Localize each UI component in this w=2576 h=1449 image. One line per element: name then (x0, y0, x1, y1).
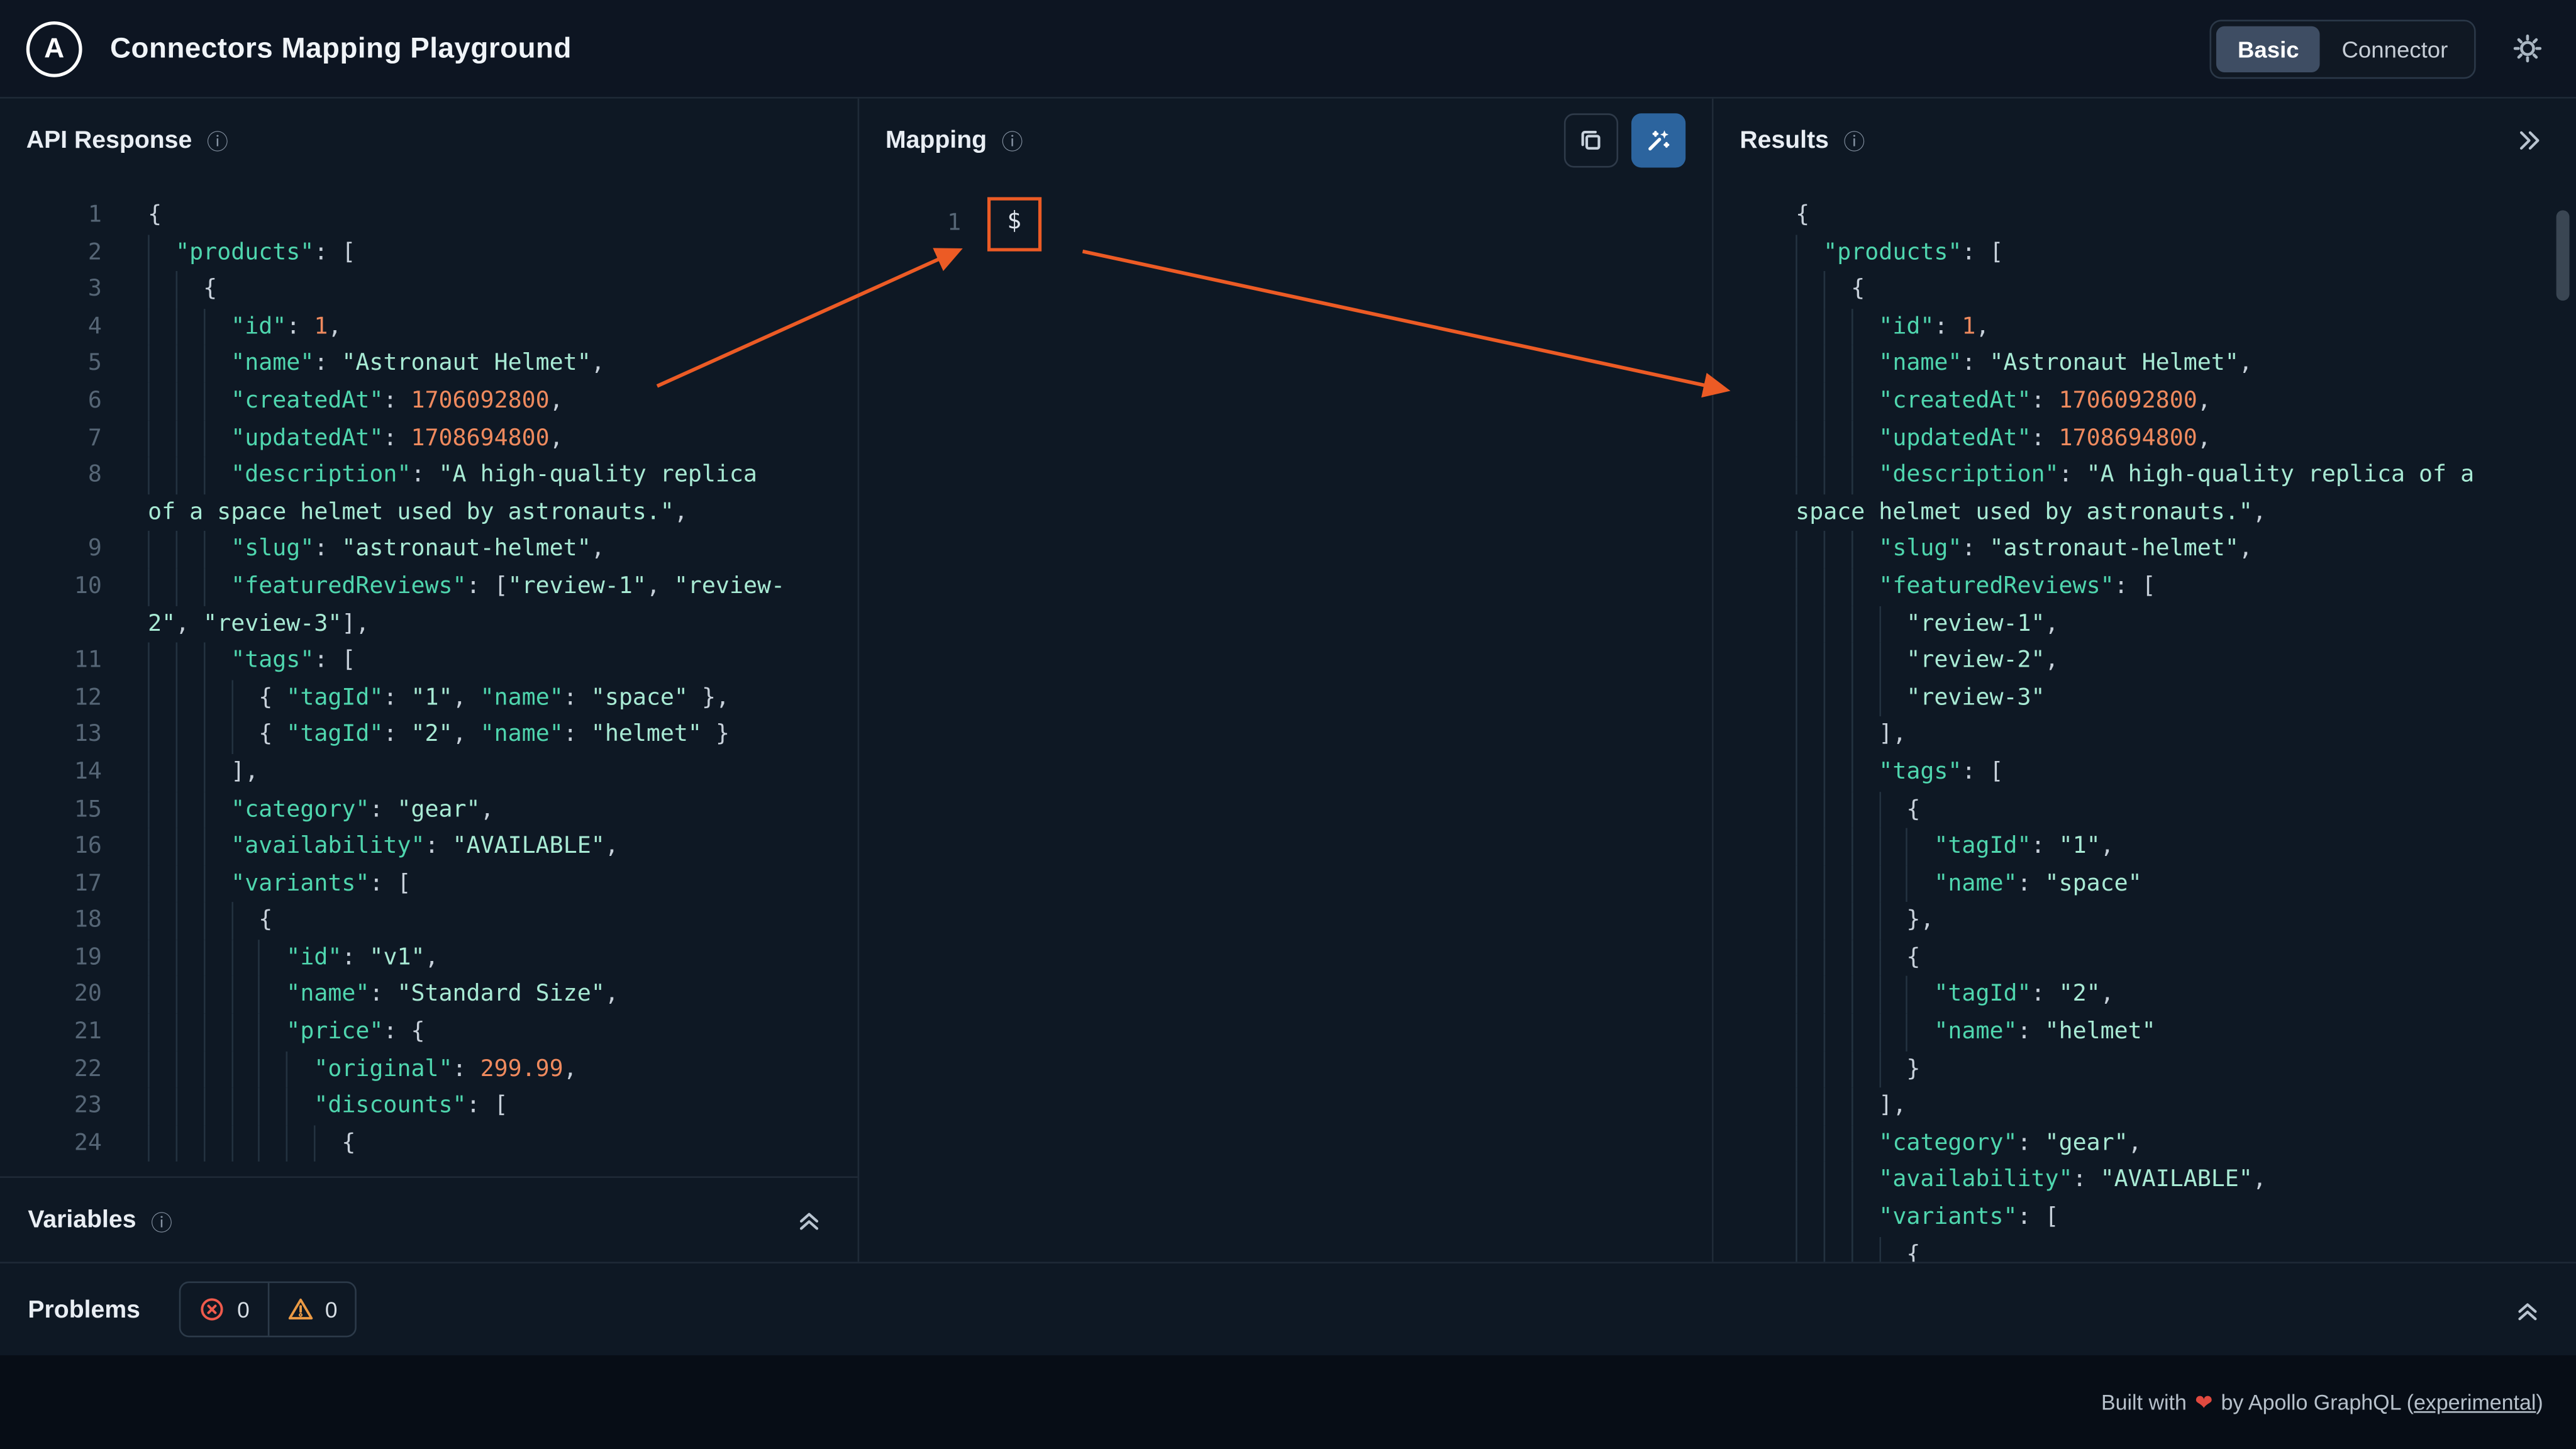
sun-icon (2512, 33, 2543, 64)
mapping-header: Mapping ⓘ (859, 99, 1712, 181)
results-title: Results (1740, 125, 1829, 154)
mapping-editor[interactable]: 1 $ (859, 180, 1712, 1262)
variables-collapse-button[interactable] (789, 1199, 830, 1240)
api-response-editor[interactable]: 1{2 "products": [3 {4 "id": 1, 5 "name": … (0, 180, 858, 1176)
page-title: Connectors Mapping Playground (110, 31, 572, 64)
results-scrollbar[interactable] (2556, 210, 2570, 301)
api-response-panel: API Response ⓘ 1{2 "products": [3 {4 "id… (0, 98, 860, 1262)
mapping-title: Mapping (886, 125, 987, 154)
theme-toggle-button[interactable] (2506, 26, 2550, 71)
apollo-logo-icon: A (26, 20, 82, 77)
results-header: Results ⓘ (1714, 99, 2576, 181)
error-count-badge: 0 (181, 1283, 267, 1336)
info-icon[interactable]: ⓘ (1843, 125, 1865, 157)
problems-title: Problems (28, 1295, 140, 1324)
mode-basic-button[interactable]: Basic (2216, 25, 2321, 72)
logo-letter: A (44, 31, 65, 64)
footer-text: Built with (2101, 1389, 2187, 1415)
app-footer: Built with ❤ by Apollo GraphQL (experime… (0, 1355, 2576, 1449)
variables-title: Variables (28, 1206, 136, 1234)
footer-text: by Apollo GraphQL ( (2221, 1389, 2414, 1415)
warning-triangle-icon (287, 1296, 314, 1323)
problems-collapse-button[interactable] (2507, 1289, 2548, 1330)
experimental-link[interactable]: experimental (2414, 1390, 2536, 1414)
double-chevron-up-icon (795, 1206, 823, 1233)
app-header: A Connectors Mapping Playground Basic Co… (0, 0, 2576, 99)
mapping-root-value: $ (1007, 208, 1022, 235)
results-editor[interactable]: { "products": [ { "id": 1, "name": "Astr… (1714, 180, 2576, 1262)
app-window: A Connectors Mapping Playground Basic Co… (0, 0, 2576, 1449)
mapping-line-number: 1 (947, 210, 962, 237)
api-response-header: API Response ⓘ (0, 99, 858, 181)
results-panel: Results ⓘ { "products": [ { "id": 1, "na… (1714, 99, 2576, 1262)
results-collapse-button[interactable] (2509, 119, 2550, 160)
mapping-root-token[interactable]: $ (987, 197, 1041, 251)
info-icon[interactable]: ⓘ (151, 1205, 172, 1236)
copy-icon (1577, 126, 1605, 153)
api-response-title: API Response (26, 125, 192, 154)
mapping-actions (1563, 112, 1686, 167)
mode-toggle: Basic Connector (2209, 19, 2476, 79)
error-circle-icon (199, 1296, 226, 1323)
error-count: 0 (237, 1297, 250, 1322)
info-icon[interactable]: ⓘ (207, 125, 228, 157)
variables-bar: Variables ⓘ (0, 1176, 858, 1262)
header-actions: Basic Connector (2209, 19, 2550, 79)
magic-wand-icon (1645, 126, 1672, 153)
main-area: API Response ⓘ 1{2 "products": [3 {4 "id… (0, 98, 2576, 1262)
problems-bar: Problems 0 0 (0, 1262, 2576, 1356)
warning-count: 0 (325, 1297, 338, 1322)
double-chevron-right-icon (2515, 126, 2543, 153)
double-chevron-up-icon (2514, 1296, 2541, 1323)
mode-connector-button[interactable]: Connector (2321, 25, 2470, 71)
mapping-panel: Mapping ⓘ 1 $ (859, 98, 1714, 1262)
problems-badges: 0 0 (179, 1281, 357, 1338)
mapping-line: 1 $ (859, 197, 1712, 251)
generate-mapping-button[interactable] (1631, 112, 1686, 167)
footer-text: ) (2536, 1389, 2543, 1415)
warning-count-badge: 0 (267, 1283, 355, 1336)
info-icon[interactable]: ⓘ (1002, 125, 1023, 157)
heart-icon: ❤ (2194, 1389, 2213, 1414)
copy-mapping-button[interactable] (1563, 112, 1619, 167)
